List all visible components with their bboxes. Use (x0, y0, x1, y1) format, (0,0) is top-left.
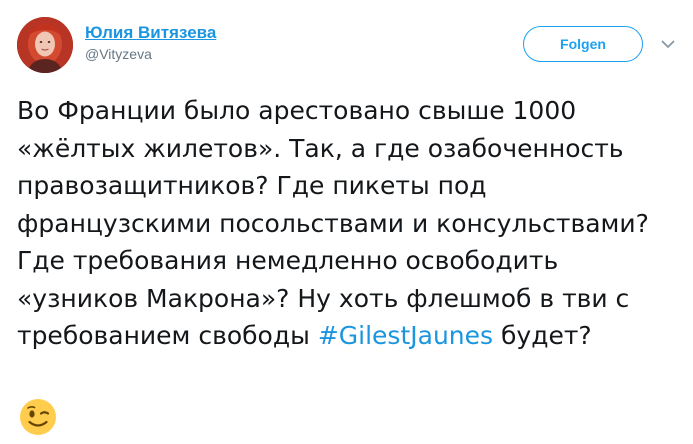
follow-button[interactable]: Folgen (523, 26, 643, 62)
tweet-text-body: Во Франции было арестовано свыше 1000 «ж… (17, 96, 649, 350)
user-avatar-icon (17, 17, 73, 73)
tweet-text: Во Франции было арестовано свыше 1000 «ж… (17, 92, 685, 355)
author-name[interactable]: Юлия Витязева (85, 22, 216, 44)
tweet-card: Юлия Витязева @Vityzeva Folgen Во Франци… (0, 0, 693, 444)
avatar[interactable] (17, 17, 73, 73)
author-info: Юлия Витязева @Vityzeva (85, 22, 216, 63)
hashtag-link[interactable]: #GilestJaunes (318, 321, 493, 350)
tweet-text-ending: будет? (493, 321, 592, 350)
author-handle[interactable]: @Vityzeva (85, 45, 216, 63)
chevron-down-icon[interactable] (660, 36, 676, 52)
winking-face-emoji-icon (19, 398, 57, 436)
